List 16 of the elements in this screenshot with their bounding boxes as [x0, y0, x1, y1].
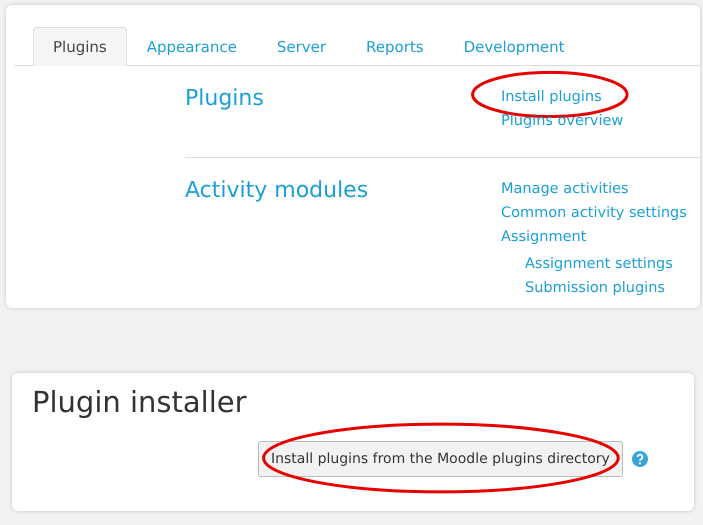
tab[interactable]: Plugins: [33, 27, 127, 66]
settings-link[interactable]: Common activity settings: [501, 203, 687, 223]
settings-link[interactable]: Submission plugins: [525, 278, 665, 298]
settings-link[interactable]: Assignment settings: [525, 254, 673, 274]
install-button[interactable]: Install plugins from the Moodle plugins directory: [258, 441, 623, 477]
tab[interactable]: Reports: [346, 27, 444, 66]
section-heading: Activity modules: [185, 178, 370, 205]
section-heading: Plugins: [185, 86, 265, 113]
settings-link[interactable]: Assignment: [501, 227, 586, 247]
settings-link[interactable]: Manage activities: [501, 179, 629, 199]
settings-link[interactable]: Plugins overview: [501, 111, 624, 131]
tab[interactable]: Appearance: [126, 27, 257, 66]
tab[interactable]: Development: [444, 27, 585, 66]
tab[interactable]: Server: [256, 27, 346, 66]
page-heading: Plugin installer: [32, 385, 248, 419]
help-icon[interactable]: [632, 451, 648, 467]
